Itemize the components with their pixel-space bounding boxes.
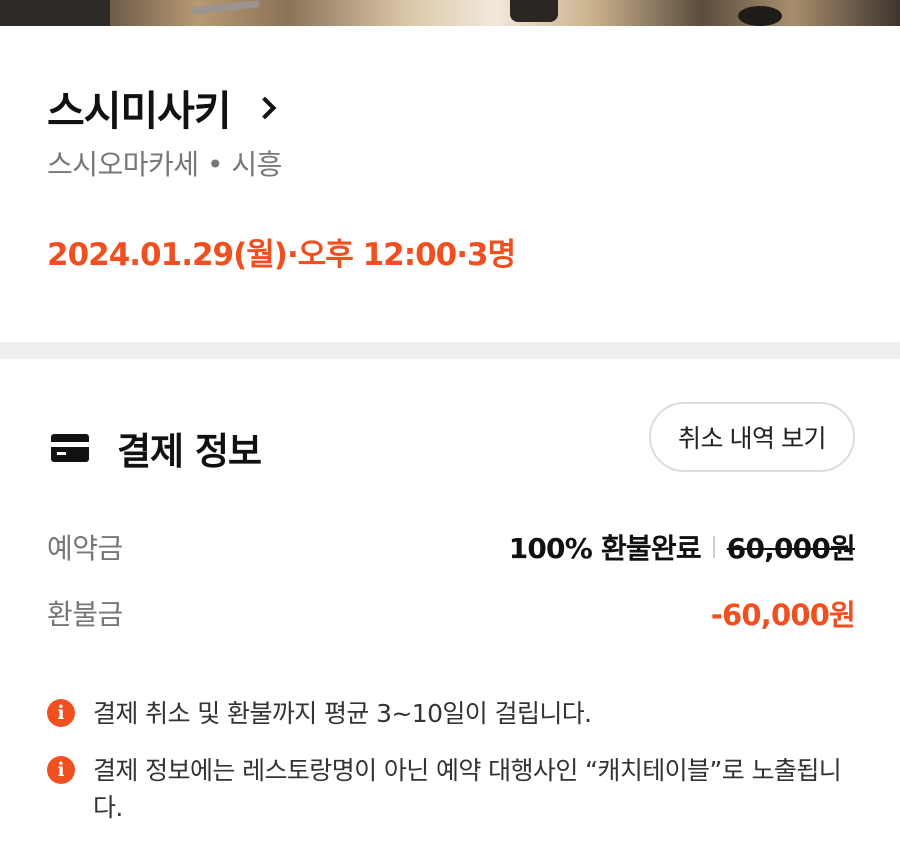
- restaurant-category-location: 스시오마카세 • 시흥: [47, 148, 282, 181]
- cancel-history-button[interactable]: 취소 내역 보기: [649, 402, 855, 472]
- original-price: 60,000원: [726, 532, 856, 565]
- refund-status: 100% 환불완료: [508, 532, 702, 565]
- notice-text: 결제 정보에는 레스토랑명이 아닌 예약 대행사인 “캐치테이블”로 노출됩니다…: [93, 756, 842, 822]
- section-divider: [0, 342, 900, 359]
- refund-label: 환불금: [47, 598, 123, 631]
- notice-item: i 결제 취소 및 환불까지 평균 3~10일이 걸립니다.: [47, 695, 855, 732]
- reservation-datetime-party: 2024.01.29(월)·오후 12:00·3명: [47, 237, 516, 273]
- deposit-label: 예약금: [47, 532, 123, 565]
- value-separator: [712, 536, 715, 558]
- restaurant-title-link[interactable]: 스시미사키: [47, 77, 276, 137]
- notice-item: i 결제 정보에는 레스토랑명이 아닌 예약 대행사인 “캐치테이블”로 노출됩…: [47, 752, 855, 826]
- notice-text: 결제 취소 및 환불까지 평균 3~10일이 걸립니다.: [93, 699, 592, 728]
- refund-amount: -60,000원: [710, 598, 856, 632]
- info-icon: i: [47, 699, 75, 727]
- credit-card-icon: [51, 434, 89, 462]
- deposit-value: 100% 환불완료 60,000원: [508, 527, 856, 567]
- payment-header: 결제 정보: [51, 421, 262, 475]
- payment-title: 결제 정보: [117, 430, 262, 473]
- payment-info-section: 결제 정보 취소 내역 보기 예약금 100% 환불완료 60,000원 환불금…: [0, 359, 900, 860]
- deposit-row: 예약금 100% 환불완료 60,000원: [47, 527, 856, 567]
- restaurant-hero-image: [0, 0, 900, 26]
- chevron-right-icon: [253, 96, 276, 120]
- restaurant-name: 스시미사키: [47, 87, 232, 135]
- refund-row: 환불금 -60,000원: [47, 592, 856, 634]
- restaurant-summary: 스시미사키 스시오마카세 • 시흥 2024.01.29(월)·오후 12:00…: [0, 26, 900, 342]
- info-icon: i: [47, 756, 75, 784]
